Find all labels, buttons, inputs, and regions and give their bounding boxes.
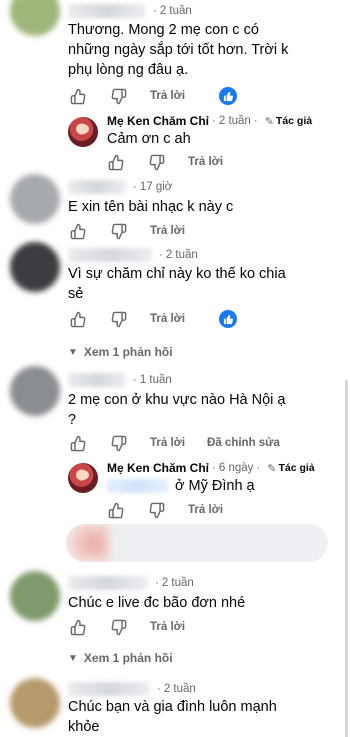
commenter-name-blurred[interactable] (68, 373, 126, 387)
comment-actions: Trả lời (68, 617, 185, 637)
commenter-name-blurred[interactable] (68, 248, 152, 262)
view-replies-label: Xem 1 phản hồi (83, 651, 173, 665)
reply-button[interactable]: Trả lời (150, 90, 185, 102)
dislike-icon[interactable] (108, 309, 128, 329)
separator-dot: · (212, 462, 216, 474)
author-badge: Tác giả (275, 115, 313, 127)
reply-actions: Trả lời (106, 500, 223, 520)
avatar[interactable] (10, 174, 60, 224)
reply-time[interactable]: 2 tuần (219, 115, 251, 127)
author-name[interactable]: Mẹ Ken Chăm Chỉ (107, 114, 209, 128)
avatar[interactable] (10, 678, 60, 728)
like-reaction-icon[interactable] (219, 310, 238, 328)
separator-dot: · (159, 249, 163, 261)
reply-button[interactable]: Trả lời (150, 437, 185, 449)
reply-button[interactable]: Trả lời (188, 504, 223, 516)
chevron-down-icon: ▼ (68, 346, 78, 358)
separator-dot: · (212, 115, 216, 127)
comment-time[interactable]: 17 giờ (140, 181, 172, 193)
comment-text: Vì sự chăm chỉ này ko thế ko chia sẻ (68, 266, 286, 302)
dislike-icon[interactable] (108, 221, 128, 241)
dislike-icon[interactable] (146, 500, 166, 520)
reply-text: ở Mỹ Đình ạ (107, 476, 255, 496)
separator-dot: · (155, 577, 159, 589)
commenter-name-blurred[interactable] (68, 180, 126, 194)
comment-actions: Trả lời (68, 86, 238, 106)
pencil-icon: ✎ (267, 462, 277, 475)
view-replies-link[interactable]: ▼ Xem 1 phản hồi (68, 651, 173, 665)
author-avatar[interactable] (68, 117, 98, 147)
dislike-icon[interactable] (108, 617, 128, 637)
separator-dot: · (157, 683, 161, 695)
commenter-name-blurred[interactable] (68, 682, 150, 696)
reply-input-field[interactable] (66, 524, 328, 562)
reply-button[interactable]: Trả lời (150, 621, 185, 633)
reply-button[interactable]: Trả lời (188, 156, 223, 168)
reply-time[interactable]: 6 ngày (219, 462, 254, 474)
comment-time[interactable]: 2 tuần (160, 5, 192, 17)
author-badge: Tác giả (278, 462, 315, 474)
like-icon[interactable] (68, 86, 88, 106)
reply-button[interactable]: Trả lời (150, 225, 185, 237)
comment-time[interactable]: 1 tuần (140, 374, 172, 386)
comment-text: 2 mẹ con ở khu vực nào Hà Nội ạ ? (68, 392, 286, 428)
separator-dot: · (153, 5, 157, 17)
like-icon[interactable] (68, 221, 88, 241)
edited-label[interactable]: Đã chỉnh sửa (207, 437, 280, 449)
reply-meta: Mẹ Ken Chăm Chỉ · 2 tuần · ✎ Tác giả (107, 114, 312, 128)
avatar[interactable] (10, 0, 60, 36)
avatar[interactable] (10, 366, 60, 416)
author-avatar[interactable] (68, 463, 98, 493)
view-replies-label: Xem 1 phản hồi (83, 345, 173, 359)
dislike-icon[interactable] (146, 152, 166, 172)
chevron-down-icon: ▼ (68, 652, 78, 664)
commenter-name-blurred[interactable] (68, 4, 146, 18)
comment-text: Thương. Mong 2 mẹ con c có những ngày sắ… (68, 22, 289, 78)
comment-meta: · 1 tuần (68, 373, 172, 387)
comment-time[interactable]: 2 tuần (166, 249, 198, 261)
comment-text: E xin tên bài nhạc k này c (68, 199, 234, 215)
comment-time[interactable]: 2 tuần (162, 577, 194, 589)
pencil-icon: ✎ (264, 115, 274, 128)
reply-meta: Mẹ Ken Chăm Chỉ · 6 ngày · ✎ Tác giả (107, 461, 315, 475)
mentioned-name-blurred[interactable] (107, 479, 169, 493)
like-icon[interactable] (68, 433, 88, 453)
comment-meta: · 2 tuần (68, 682, 196, 696)
avatar[interactable] (10, 242, 60, 292)
like-reaction-icon[interactable] (219, 87, 238, 105)
reply-button[interactable]: Trả lời (150, 313, 185, 325)
avatar[interactable] (10, 571, 60, 621)
separator-dot: · (133, 181, 137, 193)
comment-meta: · 2 tuần (68, 576, 194, 590)
comment-actions: Trả lời (68, 309, 238, 329)
comment-actions: Trả lời (68, 221, 185, 241)
dislike-icon[interactable] (108, 433, 128, 453)
reply-text: Cảm ơn c ah (107, 131, 191, 147)
scrollbar[interactable] (345, 380, 348, 737)
reply-actions: Trả lời (106, 152, 223, 172)
comment-meta: · 2 tuần (68, 4, 192, 18)
user-avatar-blurred (66, 524, 112, 562)
input-content-blurred (112, 528, 322, 558)
comment-time[interactable]: 2 tuần (164, 683, 196, 695)
like-icon[interactable] (68, 617, 88, 637)
comment-text: Chúc bạn và gia đình luôn mạnh khỏe (68, 699, 277, 735)
view-replies-link[interactable]: ▼ Xem 1 phản hồi (68, 345, 173, 359)
commenter-name-blurred[interactable] (68, 576, 148, 590)
like-icon[interactable] (106, 152, 126, 172)
comment-meta: · 17 giờ (68, 180, 172, 194)
separator-dot: · (133, 374, 137, 386)
comment-text: Chúc e live đc bão đơn nhé (68, 595, 246, 611)
comment-meta: · 2 tuần (68, 248, 198, 262)
like-icon[interactable] (106, 500, 126, 520)
dislike-icon[interactable] (108, 86, 128, 106)
author-name[interactable]: Mẹ Ken Chăm Chỉ (107, 461, 209, 475)
like-icon[interactable] (68, 309, 88, 329)
separator-dot: · (253, 115, 258, 127)
separator-dot: · (256, 462, 261, 474)
comment-actions: Trả lời Đã chỉnh sửa (68, 433, 280, 453)
